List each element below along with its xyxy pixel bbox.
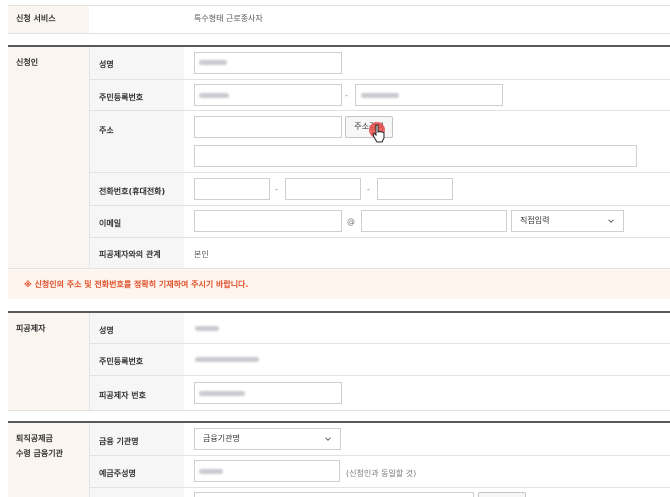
- phone-dash-2: -: [367, 185, 370, 194]
- row-divider: [89, 237, 670, 238]
- row-divider: [89, 79, 670, 80]
- service-bottom-border: [8, 33, 670, 34]
- depositor-masked: [199, 469, 223, 474]
- applicant-zipcode-input[interactable]: [194, 116, 342, 138]
- institution-label: 금융 기관명: [99, 437, 139, 446]
- insured-name-masked: [195, 326, 219, 331]
- row-divider: [89, 455, 670, 456]
- insured-member-no-masked: [199, 391, 245, 396]
- email-domain-select[interactable]: 직접입력: [511, 210, 624, 232]
- insured-member-no-label: 피공제자 번호: [99, 391, 146, 400]
- insured-rrn-masked: [195, 357, 259, 362]
- applicant-phone-1-input[interactable]: [194, 178, 270, 200]
- row-divider: [89, 205, 670, 206]
- applicant-name-label: 성명: [99, 60, 114, 69]
- service-label: 신청 서비스: [16, 14, 56, 23]
- row-divider: [89, 172, 670, 173]
- applicant-section-title: 신청인: [16, 58, 39, 67]
- applicant-phone-3-input[interactable]: [377, 178, 453, 200]
- insured-name-label: 성명: [99, 326, 114, 335]
- rrn-dash: -: [345, 91, 348, 100]
- relation-label: 피공제자와의 관계: [99, 250, 161, 259]
- applicant-rrn-label: 주민등록번호: [99, 93, 144, 102]
- account-verify-button[interactable]: [478, 492, 526, 497]
- top-border: [8, 5, 670, 6]
- row-divider: [89, 375, 670, 376]
- insured-rrn-label: 주민등록번호: [99, 357, 144, 366]
- applicant-email-label: 이메일: [99, 219, 122, 228]
- relation-value: 본인: [194, 250, 209, 259]
- email-domain-select-value: 직접입력: [520, 216, 550, 225]
- applicant-name-masked: [199, 60, 227, 65]
- applicant-section-cell: [8, 47, 89, 268]
- row-divider: [89, 487, 670, 488]
- phone-dash-1: -: [275, 185, 278, 194]
- applicant-phone-2-input[interactable]: [285, 178, 361, 200]
- service-value: 특수형태 근로종사자: [194, 14, 263, 23]
- hand-cursor-icon: [372, 124, 385, 143]
- account-number-input[interactable]: [194, 492, 474, 497]
- applicant-email-domain-input[interactable]: [361, 210, 507, 232]
- row-divider: [89, 110, 670, 111]
- email-at-sign: @: [347, 217, 355, 226]
- applicant-rrn-back-masked: [361, 93, 399, 98]
- depositor-label: 예금주성명: [99, 469, 136, 478]
- institution-select-value: 금융기관명: [203, 434, 240, 443]
- bank-section-title-line2: 수령 금융기관: [16, 449, 63, 458]
- depositor-note: (신청인과 동일할 것): [346, 469, 417, 478]
- applicant-email-id-input[interactable]: [194, 210, 342, 232]
- bank-section-title-line1: 퇴직공제금: [16, 434, 53, 443]
- applicant-address-label: 주소: [99, 126, 114, 135]
- row-divider: [89, 343, 670, 344]
- applicant-rrn-front-masked: [199, 93, 229, 98]
- insured-bottom-border: [8, 410, 670, 411]
- notice-box: ※ 신청인의 주소 및 전화번호를 정확히 기재하여 주시기 바랍니다.: [8, 269, 670, 299]
- notice-text: ※ 신청인의 주소 및 전화번호를 정확히 기재하여 주시기 바랍니다.: [24, 280, 249, 289]
- chevron-down-icon: [608, 219, 614, 223]
- bank-label-column: [89, 423, 184, 497]
- insured-section-title: 피공제자: [16, 324, 46, 333]
- institution-select[interactable]: 금융기관명: [194, 428, 341, 450]
- applicant-label-column: [89, 47, 184, 268]
- applicant-address-detail-input[interactable]: [194, 145, 637, 167]
- chevron-down-icon: [325, 437, 331, 441]
- applicant-phone-label: 전화번호(휴대전화): [99, 187, 166, 196]
